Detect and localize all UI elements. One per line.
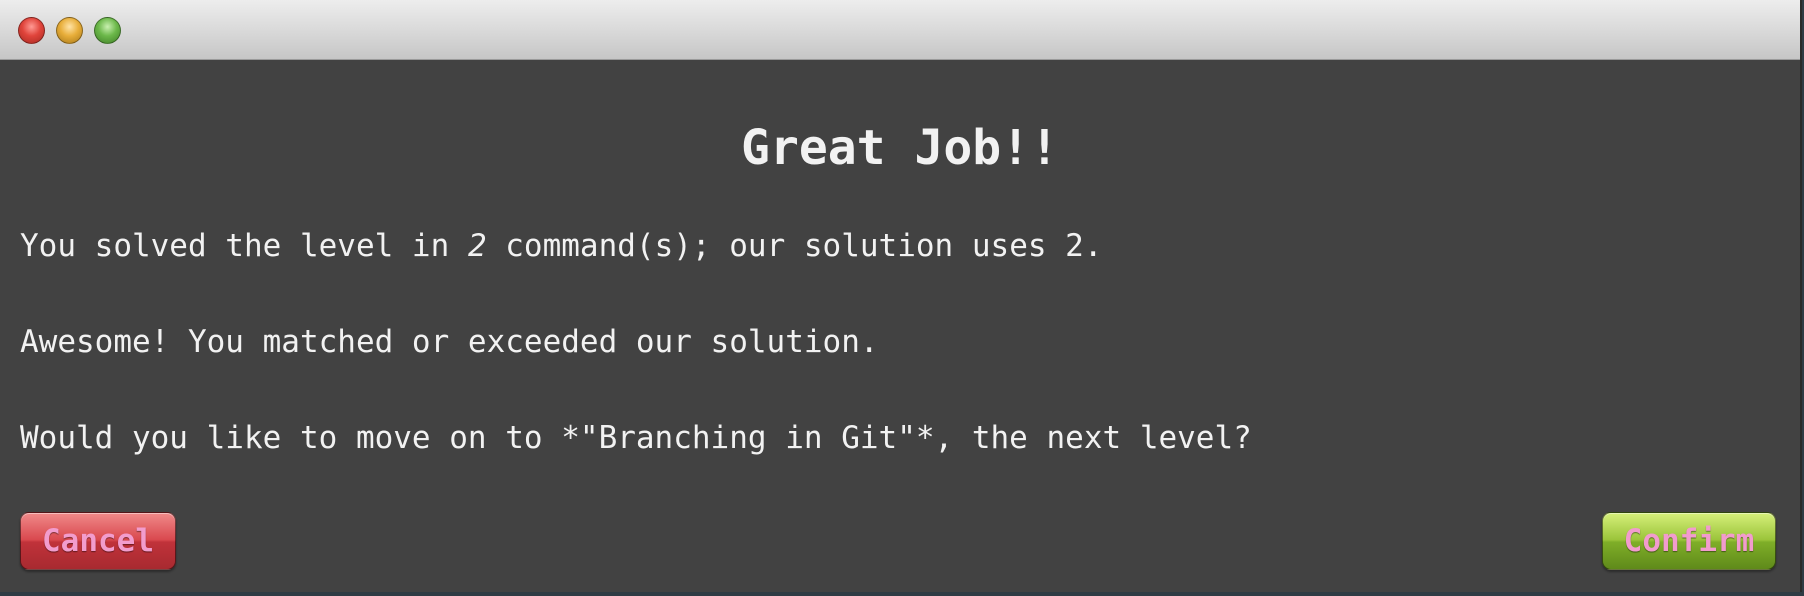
dialog-content: Great Job!! You solved the level in 2 co… bbox=[0, 60, 1800, 592]
title-bar bbox=[0, 0, 1800, 60]
awesome-message: Awesome! You matched or exceeded our sol… bbox=[20, 324, 879, 360]
dialog-title: Great Job!! bbox=[741, 120, 1059, 176]
solved-message: You solved the level in 2 command(s); ou… bbox=[20, 226, 1103, 266]
solved-message-suffix: command(s); our solution uses 2. bbox=[486, 228, 1103, 264]
confirm-button[interactable]: Confirm bbox=[1602, 512, 1776, 570]
next-level-prompt: Would you like to move on to *"Branching… bbox=[20, 420, 1252, 456]
cancel-button[interactable]: Cancel bbox=[20, 512, 176, 570]
solved-message-prefix: You solved the level in bbox=[20, 228, 468, 264]
dialog-window: Great Job!! You solved the level in 2 co… bbox=[0, 0, 1802, 592]
minimize-window-icon[interactable] bbox=[56, 17, 83, 44]
zoom-window-icon[interactable] bbox=[94, 17, 121, 44]
command-count: 2 bbox=[467, 228, 487, 264]
close-window-icon[interactable] bbox=[18, 17, 45, 44]
